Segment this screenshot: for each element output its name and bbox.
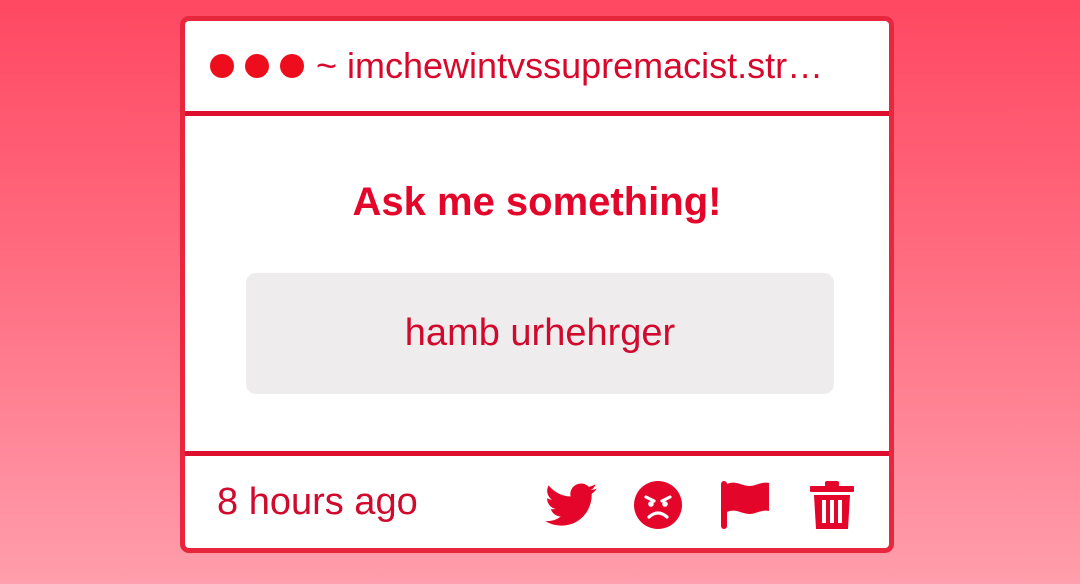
window-title: ~ imchewintvssupremacist.str… <box>316 45 824 86</box>
report-flag-button[interactable] <box>719 479 771 531</box>
trash-icon <box>810 481 854 529</box>
window-dot-3[interactable] <box>280 54 304 78</box>
delete-button[interactable] <box>806 479 858 531</box>
action-bar <box>545 479 858 531</box>
window-dot-2[interactable] <box>245 54 269 78</box>
twitter-share-button[interactable] <box>545 479 597 531</box>
flag-icon <box>721 481 769 529</box>
card-body: Ask me something! hamb urhehrger <box>185 116 889 451</box>
card-footer: 8 hours ago <box>185 451 889 548</box>
window-controls <box>210 54 304 78</box>
timestamp: 8 hours ago <box>217 481 418 523</box>
answer-box: hamb urhehrger <box>246 273 834 394</box>
question-heading: Ask me something! <box>352 180 722 224</box>
angry-reaction-button[interactable] <box>632 479 684 531</box>
window-dot-1[interactable] <box>210 54 234 78</box>
angry-face-icon <box>634 481 682 529</box>
window-titlebar: ~ imchewintvssupremacist.str… <box>185 21 889 116</box>
twitter-bird-icon <box>545 483 597 526</box>
answer-text: hamb urhehrger <box>404 312 676 354</box>
question-card: ~ imchewintvssupremacist.str… Ask me som… <box>180 16 894 553</box>
